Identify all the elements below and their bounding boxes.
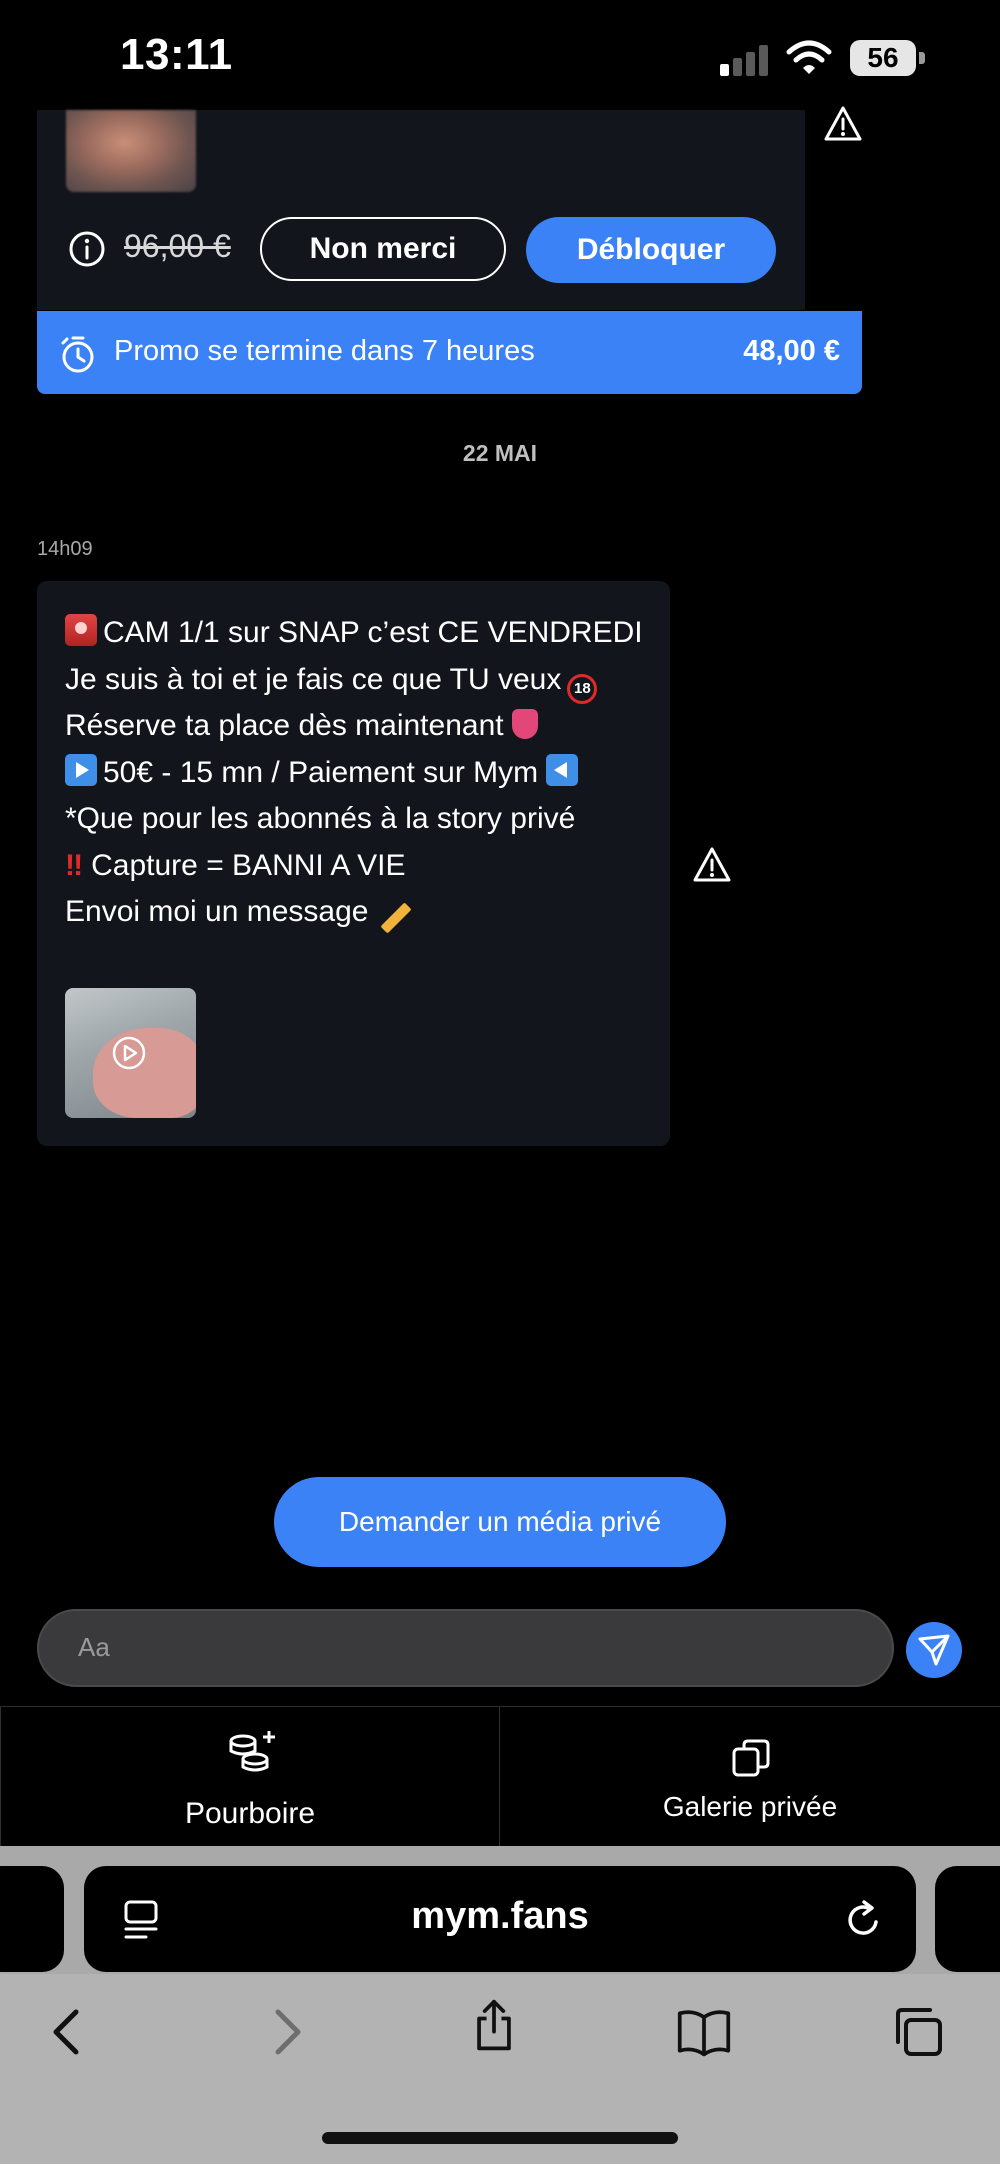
private-gallery-label: Galerie privée xyxy=(662,1791,838,1822)
message-line: ‼ Capture = BANNI A VIE xyxy=(65,843,643,890)
siren-emoji-icon xyxy=(65,614,97,646)
send-button[interactable] xyxy=(906,1622,962,1678)
cellular-signal-icon xyxy=(720,44,770,76)
decline-button[interactable]: Non merci xyxy=(260,217,506,281)
message-line: Envoi moi un message xyxy=(65,889,643,936)
battery-level: 56 xyxy=(850,40,916,76)
tip-label: Pourboire xyxy=(184,1797,316,1830)
wifi-icon xyxy=(786,40,832,74)
message-line: 50€ - 15 mn / Paiement sur Mym xyxy=(65,750,643,797)
message-input-placeholder: Aa xyxy=(78,1632,110,1662)
info-icon[interactable] xyxy=(68,230,106,268)
promo-countdown-text: Promo se termine dans 7 heures xyxy=(114,335,535,367)
url-text[interactable]: mym.fans xyxy=(84,1895,916,1938)
bottom-action-bar: Pourboire Galerie privée xyxy=(0,1706,1000,1847)
previous-tab-preview[interactable] xyxy=(0,1866,64,1972)
status-time: 13:11 xyxy=(120,30,233,79)
tongue-emoji-icon xyxy=(511,709,538,739)
back-icon[interactable] xyxy=(40,2004,96,2060)
tip-tab[interactable]: Pourboire xyxy=(0,1707,500,1847)
message-text: CAM 1/1 sur SNAP c’est CE VENDREDI Je su… xyxy=(65,610,643,936)
request-private-media-button[interactable]: Demander un média privé xyxy=(274,1477,726,1567)
message-line: *Que pour les abonnés à la story privé xyxy=(65,802,576,835)
message-line: Je suis à toi et je fais ce que TU veux 1… xyxy=(65,657,643,704)
reverse-button-emoji-icon xyxy=(546,753,579,786)
next-tab-preview[interactable] xyxy=(935,1866,1000,1972)
pencil-emoji-icon xyxy=(379,902,412,934)
blurred-media-thumbnail[interactable] xyxy=(66,110,196,192)
reload-icon[interactable] xyxy=(842,1898,886,1942)
report-warning-icon[interactable] xyxy=(823,104,863,144)
message-line: CAM 1/1 sur SNAP c’est CE VENDREDI xyxy=(65,610,643,657)
coins-icon xyxy=(229,1731,275,1772)
no-under-18-emoji-icon: 18 xyxy=(567,673,598,704)
video-thumbnail[interactable] xyxy=(65,988,196,1118)
message-line: Réserve ta place dès maintenant xyxy=(65,703,643,750)
bookmarks-icon[interactable] xyxy=(676,2004,732,2060)
share-icon[interactable] xyxy=(466,1998,522,2054)
double-exclamation-emoji-icon: ‼ xyxy=(65,848,84,882)
play-button-emoji-icon xyxy=(65,753,97,786)
original-price: 96,00 € xyxy=(124,228,231,264)
forward-icon[interactable] xyxy=(258,2004,314,2060)
tabs-icon[interactable] xyxy=(890,2004,946,2060)
gallery-icon xyxy=(732,1739,770,1777)
play-icon xyxy=(112,1036,146,1070)
send-icon xyxy=(918,1634,950,1666)
private-gallery-tab[interactable]: Galerie privée xyxy=(500,1707,1000,1847)
date-separator: 22 MAI xyxy=(462,440,538,466)
message-input[interactable] xyxy=(37,1609,894,1687)
home-indicator xyxy=(322,2132,678,2144)
battery-icon: 56 xyxy=(850,40,926,76)
report-warning-icon[interactable] xyxy=(692,845,732,885)
unlock-button[interactable]: Débloquer xyxy=(526,217,776,283)
stopwatch-icon xyxy=(61,336,94,373)
promo-price: 48,00 € xyxy=(743,335,840,367)
message-timestamp: 14h09 xyxy=(37,538,93,560)
